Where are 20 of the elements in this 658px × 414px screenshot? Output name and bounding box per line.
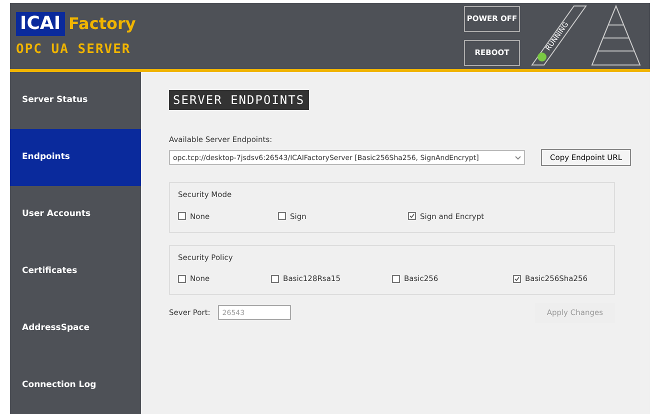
checkbox[interactable]: [512, 274, 521, 283]
logo-word: Factory: [68, 13, 136, 36]
checkbox[interactable]: [178, 274, 186, 283]
sidebar-item[interactable]: AddressSpace: [10, 300, 141, 357]
checkbox[interactable]: [278, 212, 286, 220]
checkbox[interactable]: [178, 212, 186, 220]
page-title: SERVER ENDPOINTS: [169, 90, 309, 110]
pyramid-drawing: [591, 4, 641, 66]
sidebar-item[interactable]: Endpoints: [10, 129, 141, 186]
sidebar-item[interactable]: Certificates: [10, 243, 141, 300]
checkbox[interactable]: [392, 274, 400, 283]
chevron-icon: [515, 156, 521, 160]
sidebar-item[interactable]: Connection Log: [10, 357, 141, 414]
logo-box: ICAI: [16, 12, 65, 36]
checkbox[interactable]: [271, 274, 280, 283]
sidebar-item[interactable]: User Accounts: [10, 186, 141, 243]
sidebar-item[interactable]: Server Status: [10, 72, 141, 129]
checkbox[interactable]: [408, 212, 416, 220]
subtitle: OPC UA SERVER: [16, 41, 132, 60]
status-frame: [531, 6, 587, 66]
